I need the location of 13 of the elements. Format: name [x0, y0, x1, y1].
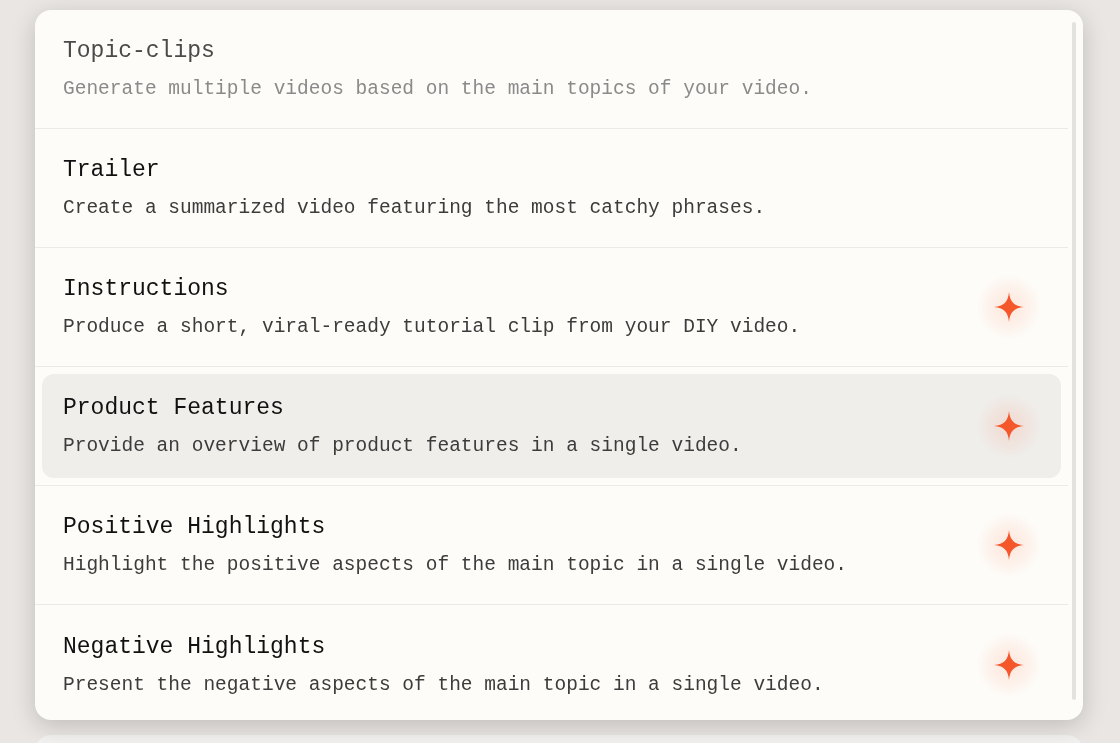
item-title: Negative Highlights — [63, 632, 327, 661]
item-description: Create a summarized video featuring the most catchy phrases. — [63, 196, 767, 220]
item-description: Provide an overview of product features in a single video. — [63, 434, 743, 458]
item-description: Produce a short, viral-ready tutorial clip from your DIY video. — [63, 315, 802, 339]
menu-item[interactable]: Product Features Provide an overview of product features in a single video. — [42, 374, 1061, 478]
item-title: Instructions — [63, 275, 230, 303]
item-description: Present the negative aspects of the main topic in a single video. — [63, 672, 825, 697]
item-title: Topic-clips — [63, 37, 216, 65]
item-title: Product Features — [63, 394, 285, 422]
item-description: Generate multiple videos based on the main topics of your video. — [63, 77, 813, 101]
item-description: Highlight the positive aspects of the main topic in a single video. — [63, 553, 849, 577]
item-title: Trailer — [63, 156, 161, 184]
item-title: Positive Highlights — [63, 513, 327, 541]
